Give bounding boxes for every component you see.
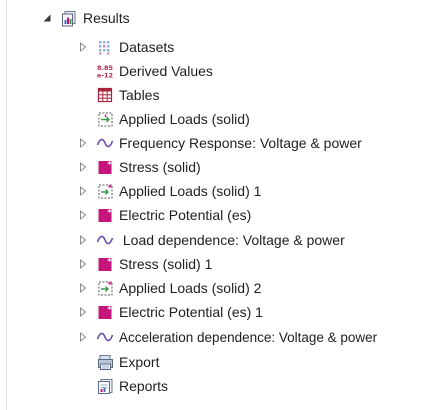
collapsed-triangle-icon[interactable] [76,136,90,150]
tree-node-datasets[interactable]: Datasets [76,36,174,58]
tree-node-label: Acceleration dependence: Voltage & power [119,329,378,345]
tree-node-label: Datasets [119,39,175,55]
tree-node-label: Applied Loads (solid) 2 [119,280,262,296]
tree-node-acceleration-dependence[interactable]: Acceleration dependence: Voltage & power [76,326,377,348]
collapsed-triangle-icon[interactable] [76,330,90,344]
tree-node-reports[interactable]: Reports [76,375,168,397]
expanded-triangle-icon[interactable] [40,11,54,25]
tree-node-label: Derived Values [119,63,213,79]
plot-group-3d-icon: * [96,255,114,273]
line-plot-icon [96,328,114,346]
svg-text:e-12: e-12 [97,72,113,80]
tree-node-label: Load dependence: Voltage & power [119,232,345,248]
tree-node-results[interactable]: Results [40,7,130,29]
collapsed-triangle-icon[interactable] [76,257,90,271]
svg-text:*: * [107,257,112,266]
plot-group-3d-icon: * [96,206,114,224]
tree-node-label: Stress (solid) [119,159,201,175]
export-icon [96,353,114,371]
tree-node-tables[interactable]: Tables [76,84,159,106]
tree-node-label: Applied Loads (solid) [119,111,250,127]
svg-text:*: * [107,160,112,169]
tree-node-label: Stress (solid) 1 [119,256,213,272]
applied-loads-icon: * [96,279,114,297]
plot-group-3d-icon: * [96,303,114,321]
tree-node-applied-loads-solid-2[interactable]: * Applied Loads (solid) 2 [76,277,261,299]
reports-icon [96,377,114,395]
tree-node-label: Frequency Response: Voltage & power [119,135,362,151]
collapsed-triangle-icon[interactable] [76,40,90,54]
collapsed-triangle-icon[interactable] [76,305,90,319]
applied-loads-icon: * [96,182,114,200]
tree-node-stress-solid[interactable]: * Stress (solid) [76,156,201,178]
tree-node-applied-loads-solid[interactable]: Applied Loads (solid) [76,108,250,130]
tree-node-derived-values[interactable]: 8.85 e-12 Derived Values [76,60,213,82]
tree-node-label: Electric Potential (es) 1 [119,304,263,320]
tree-node-export[interactable]: Export [76,351,159,373]
derived-values-icon: 8.85 e-12 [96,62,114,80]
collapsed-triangle-icon[interactable] [76,208,90,222]
svg-text:*: * [107,305,112,314]
tree-node-label: Applied Loads (solid) 1 [119,183,262,199]
tree-node-applied-loads-solid-1[interactable]: * Applied Loads (solid) 1 [76,180,261,202]
svg-text:*: * [107,208,112,217]
tree-node-load-dependence[interactable]: Load dependence: Voltage & power [76,229,345,251]
collapsed-triangle-icon[interactable] [76,233,90,247]
collapsed-triangle-icon[interactable] [76,281,90,295]
datasets-icon [96,38,114,56]
tree-node-label: Export [119,354,160,370]
tree-node-label: Reports [119,378,169,394]
tree-node-label: Results [83,10,130,26]
line-plot-icon [96,231,114,249]
line-plot-icon [96,134,114,152]
tree-node-label: Tables [119,87,160,103]
plot-group-3d-icon: * [96,158,114,176]
tree-node-electric-potential-es[interactable]: * Electric Potential (es) [76,204,251,226]
tree-node-stress-solid-1[interactable]: * Stress (solid) 1 [76,253,212,275]
tree-node-electric-potential-es-1[interactable]: * Electric Potential (es) 1 [76,301,263,323]
table-icon [96,86,114,104]
collapsed-triangle-icon[interactable] [76,160,90,174]
applied-loads-icon [96,110,114,128]
tree-node-label: Electric Potential (es) [119,207,252,223]
results-folder-icon [60,9,78,27]
tree-node-frequency-response[interactable]: Frequency Response: Voltage & power [76,132,362,154]
collapsed-triangle-icon[interactable] [76,184,90,198]
model-builder-tree: Results Datasets 8.85 e-12 Derived Value… [0,0,434,410]
